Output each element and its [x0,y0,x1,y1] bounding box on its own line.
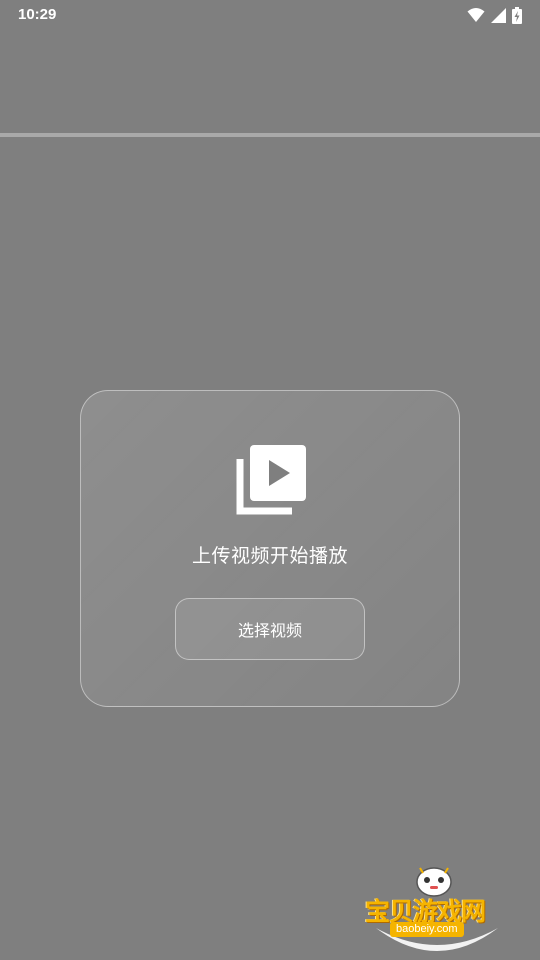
battery-icon [512,6,522,24]
wifi-icon [467,8,485,22]
status-icons [467,6,522,24]
watermark-url: baobeiy.com [390,922,464,937]
status-bar: 10:29 [0,0,540,32]
video-library-icon [236,445,306,515]
upload-card: 上传视频开始播放 选择视频 [80,390,460,707]
status-time: 10:29 [18,6,57,23]
toolbar-divider [0,133,540,137]
select-video-button[interactable]: 选择视频 [175,598,365,660]
upload-title: 上传视频开始播放 [191,545,348,567]
signal-icon [491,7,506,23]
watermark-logo: 宝贝游戏网 baobeiy.com [362,862,510,960]
